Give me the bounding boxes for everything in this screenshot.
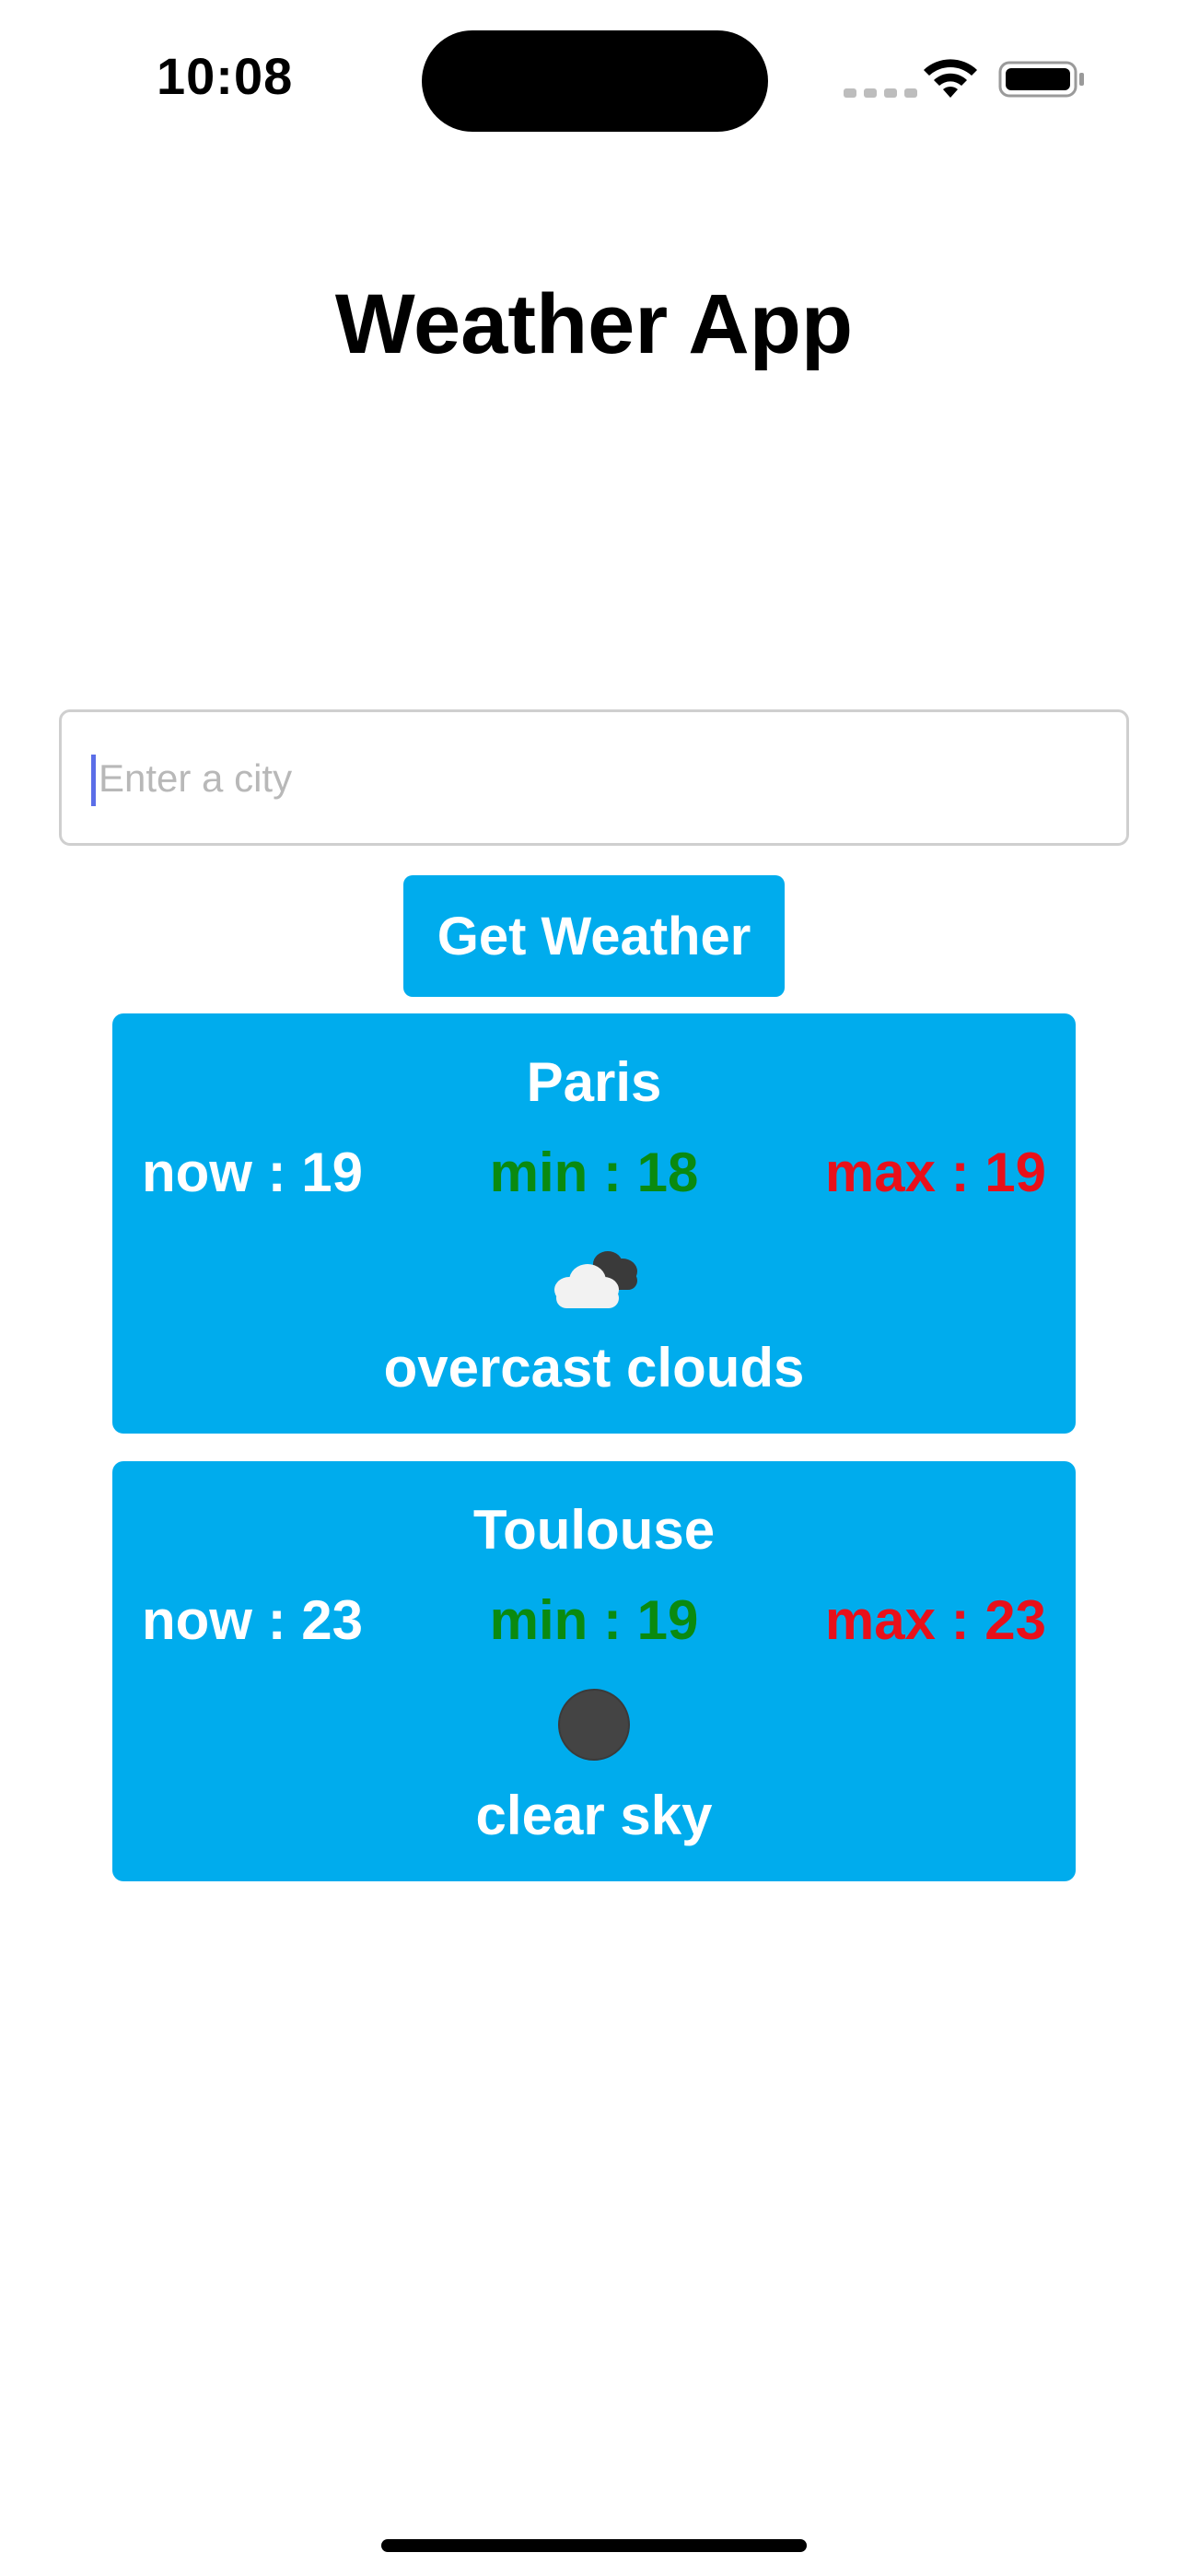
city-search-input[interactable] xyxy=(89,712,1104,845)
weather-card-toulouse: Toulouse now : 23 min : 19 max : 23 clea… xyxy=(112,1461,1076,1881)
overcast-clouds-icon xyxy=(554,1251,637,1308)
card-weather-description: clear sky xyxy=(475,1785,713,1846)
page-title: Weather App xyxy=(334,277,854,371)
card-temperatures: now : 19 min : 18 max : 19 xyxy=(142,1141,1046,1214)
status-bar: 10:08 xyxy=(0,0,1188,157)
city-input-container[interactable] xyxy=(59,709,1129,846)
status-time: 10:08 xyxy=(157,47,294,105)
battery-icon xyxy=(998,61,1084,98)
card-city-name: Toulouse xyxy=(472,1499,716,1561)
card-weather-description: overcast clouds xyxy=(383,1337,805,1399)
clear-sky-night-icon xyxy=(558,1689,630,1761)
home-indicator[interactable] xyxy=(381,2539,807,2552)
temp-max: max : 23 xyxy=(824,1589,1046,1651)
temp-max: max : 19 xyxy=(824,1142,1046,1203)
get-weather-button[interactable]: Get Weather xyxy=(403,875,785,997)
dynamic-island xyxy=(422,30,768,132)
wifi-icon xyxy=(924,59,977,98)
weather-card-paris: Paris now : 19 min : 18 max : 19 overcas… xyxy=(112,1013,1076,1434)
card-temperatures: now : 23 min : 19 max : 23 xyxy=(142,1588,1046,1662)
card-city-name: Paris xyxy=(526,1051,662,1113)
cellular-signal-icon xyxy=(844,88,917,98)
